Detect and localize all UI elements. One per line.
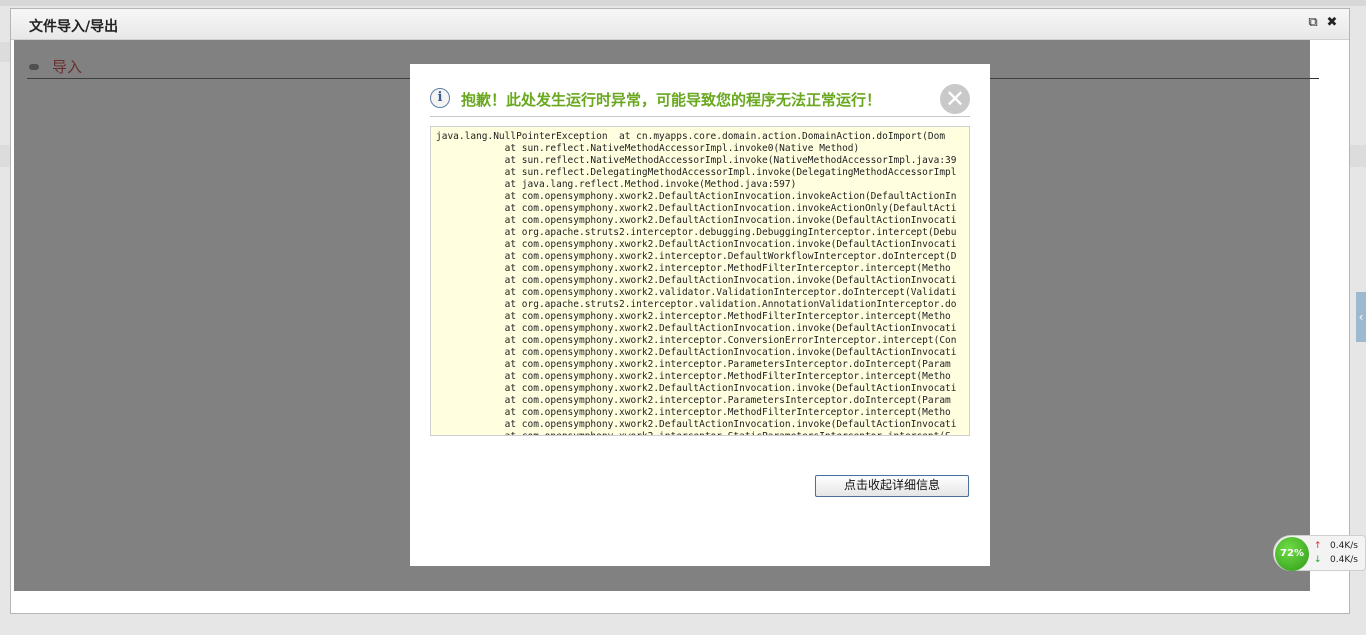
background-tab-stub xyxy=(1350,145,1366,167)
side-collapse-tab[interactable]: ‹ xyxy=(1356,292,1366,342)
stack-trace-line: at com.opensymphony.xwork2.DefaultAction… xyxy=(436,323,957,334)
close-window-icon[interactable]: ✖ xyxy=(1325,16,1339,30)
stack-trace-line: at com.opensymphony.xwork2.DefaultAction… xyxy=(436,215,957,226)
background-tab-stub xyxy=(0,42,10,62)
stack-trace-line: at com.opensymphony.xwork2.DefaultAction… xyxy=(436,383,957,394)
stack-trace-line: at com.opensymphony.xwork2.interceptor.M… xyxy=(436,371,951,382)
download-rate: 0.4K/s xyxy=(1330,555,1358,565)
upload-arrow-icon: ↑ xyxy=(1314,541,1322,551)
stack-trace-line: at com.opensymphony.xwork2.validator.Val… xyxy=(436,287,957,298)
stack-trace-line: at com.opensymphony.xwork2.interceptor.D… xyxy=(436,251,957,262)
error-dialog: i 抱歉！此处发生运行时异常，可能导致您的程序无法正常运行！ ✕ java.la… xyxy=(410,64,990,566)
stack-trace-line: at com.opensymphony.xwork2.DefaultAction… xyxy=(436,191,957,202)
stack-trace-line: at com.opensymphony.xwork2.interceptor.P… xyxy=(436,395,951,406)
stack-trace-line: at com.opensymphony.xwork2.interceptor.M… xyxy=(436,311,951,322)
stack-trace-line: at sun.reflect.DelegatingMethodAccessorI… xyxy=(436,167,957,178)
upload-rate-row: ↑ 0.4K/s xyxy=(1314,541,1364,551)
stack-trace-line: at com.opensymphony.xwork2.DefaultAction… xyxy=(436,275,957,286)
window-title-bar[interactable]: 文件导入/导出 ⧉ ✖ xyxy=(11,9,1349,40)
stack-trace-line: at sun.reflect.NativeMethodAccessorImpl.… xyxy=(436,155,957,166)
stack-trace-line: at sun.reflect.NativeMethodAccessorImpl.… xyxy=(436,143,860,154)
stack-trace-line: at com.opensymphony.xwork2.interceptor.C… xyxy=(436,335,957,346)
stack-trace-line: at org.apache.struts2.interceptor.debugg… xyxy=(436,227,957,238)
stack-trace-line: at com.opensymphony.xwork2.interceptor.S… xyxy=(431,431,969,435)
stack-trace-line: at com.opensymphony.xwork2.DefaultAction… xyxy=(436,239,957,250)
dialog-title: 抱歉！此处发生运行时异常，可能导致您的程序无法正常运行！ xyxy=(461,91,882,109)
stack-trace-line: at com.opensymphony.xwork2.DefaultAction… xyxy=(436,203,957,214)
stack-trace-box[interactable]: java.lang.NullPointerException at cn.mya… xyxy=(430,126,970,436)
stack-trace-line: at com.opensymphony.xwork2.DefaultAction… xyxy=(436,419,957,430)
collapse-details-button[interactable]: 点击收起详细信息 xyxy=(815,475,969,497)
dialog-close-icon[interactable]: ✕ xyxy=(940,84,970,114)
upload-rate: 0.4K/s xyxy=(1330,541,1358,551)
restore-window-icon[interactable]: ⧉ xyxy=(1306,16,1320,30)
chevron-left-icon: ‹ xyxy=(1358,310,1364,324)
background-top-bar xyxy=(0,0,1366,6)
stack-trace-line: at org.apache.struts2.interceptor.valida… xyxy=(436,299,957,310)
download-arrow-icon: ↓ xyxy=(1314,555,1322,565)
stack-trace-line: at com.opensymphony.xwork2.interceptor.M… xyxy=(436,407,951,418)
stack-trace-line: at com.opensymphony.xwork2.interceptor.P… xyxy=(436,359,951,370)
stack-trace-line: java.lang.NullPointerException at cn.mya… xyxy=(436,131,946,142)
background-tab-stub xyxy=(0,145,10,167)
dialog-header: i 抱歉！此处发生运行时异常，可能导致您的程序无法正常运行！ ✕ xyxy=(430,82,970,117)
stack-trace-line: at com.opensymphony.xwork2.interceptor.M… xyxy=(436,263,951,274)
stack-trace-line: at java.lang.reflect.Method.invoke(Metho… xyxy=(436,179,797,190)
network-speed-widget[interactable]: 72% ↑ 0.4K/s ↓ 0.4K/s xyxy=(1273,535,1366,571)
download-rate-row: ↓ 0.4K/s xyxy=(1314,555,1364,565)
info-icon: i xyxy=(430,88,450,108)
stack-trace-line: at com.opensymphony.xwork2.DefaultAction… xyxy=(436,347,957,358)
network-usage-percent: 72% xyxy=(1275,537,1309,571)
window-title: 文件导入/导出 xyxy=(29,19,119,35)
